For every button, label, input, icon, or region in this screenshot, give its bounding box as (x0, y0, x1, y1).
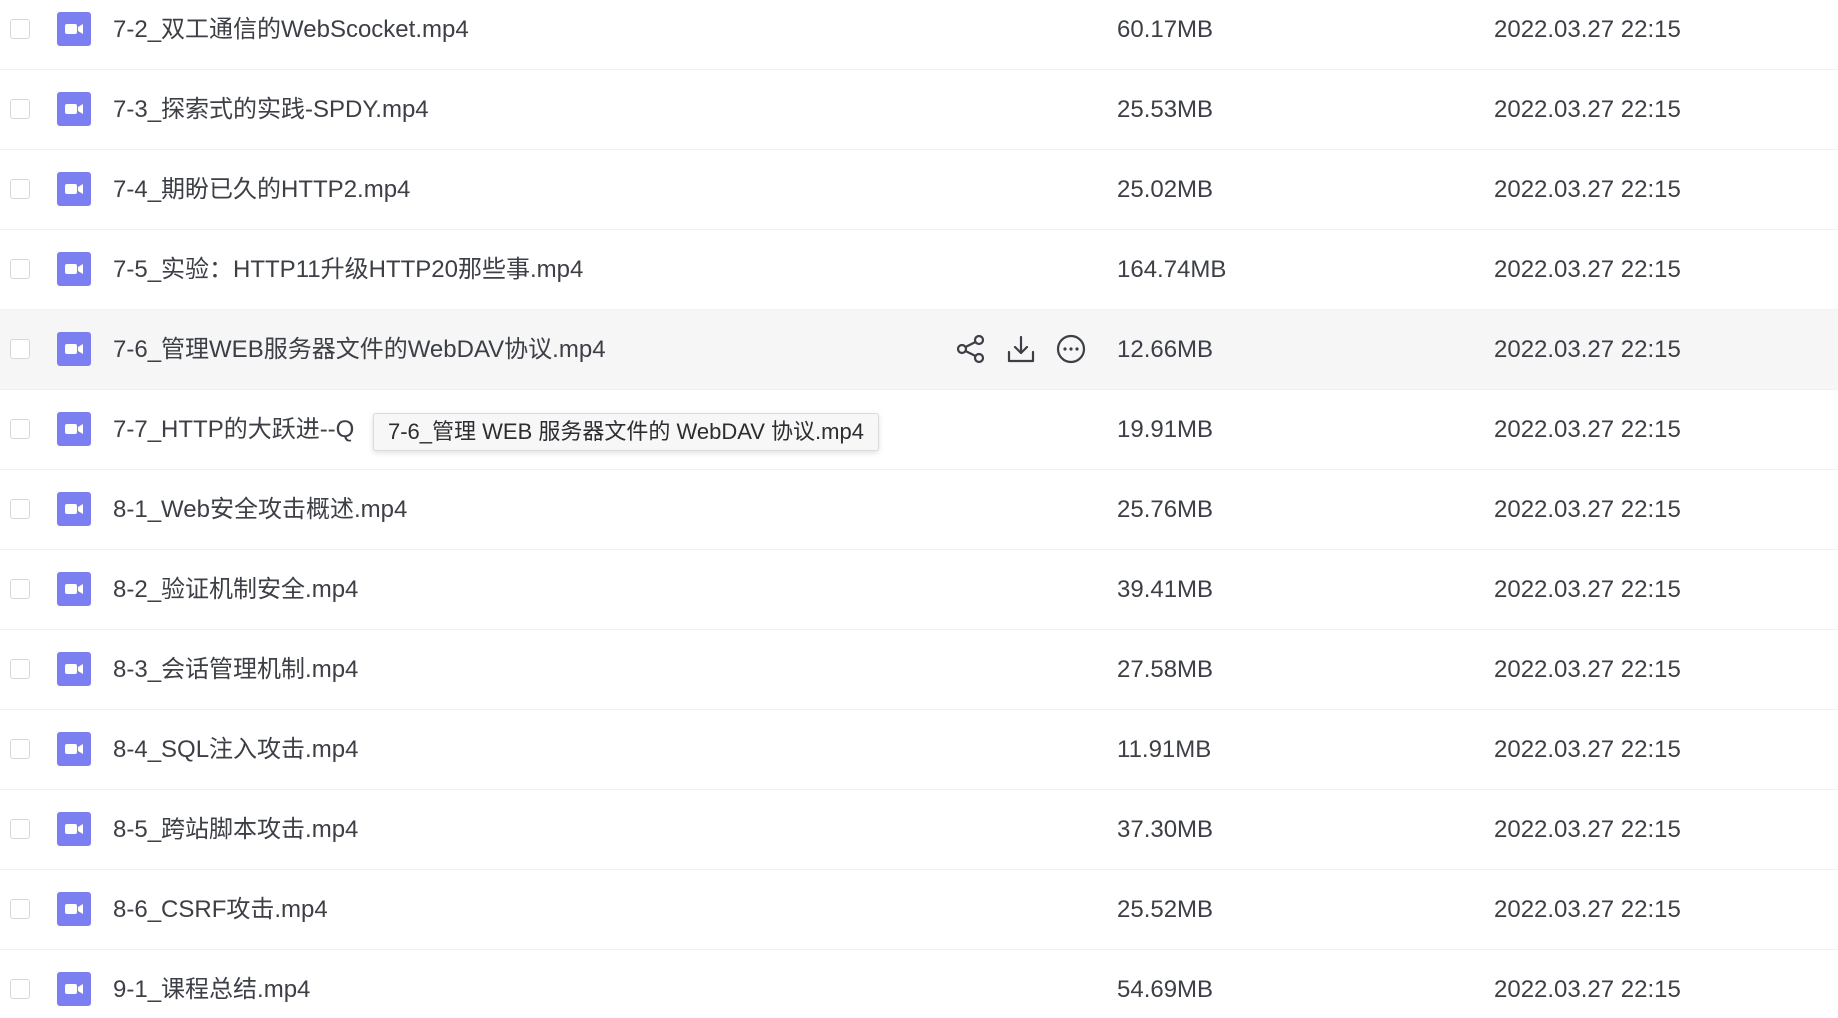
row-checkbox[interactable] (10, 19, 30, 39)
file-size: 60.17MB (1117, 16, 1214, 43)
file-size: 12.66MB (1117, 336, 1214, 363)
file-name[interactable]: 8-5_跨站脚本攻击.mp4 (113, 813, 358, 847)
row-checkbox[interactable] (10, 819, 30, 839)
file-name[interactable]: 7-2_双工通信的WebScocket.mp4 (113, 13, 469, 47)
file-date: 2022.03.27 22:15 (1494, 816, 1681, 843)
row-checkbox[interactable] (10, 259, 30, 279)
file-name[interactable]: 7-4_期盼已久的HTTP2.mp4 (113, 173, 410, 207)
file-row[interactable]: 8-2_验证机制安全.mp4 39.41MB 2022.03.27 22:15 (0, 550, 1838, 630)
file-name[interactable]: 8-1_Web安全攻击概述.mp4 (113, 493, 407, 527)
row-checkbox[interactable] (10, 579, 30, 599)
file-row[interactable]: 7-2_双工通信的WebScocket.mp4 60.17MB 2022.03.… (0, 0, 1838, 70)
download-icon (1007, 335, 1035, 363)
file-date: 2022.03.27 22:15 (1494, 416, 1681, 443)
file-name[interactable]: 7-3_探索式的实践-SPDY.mp4 (113, 93, 429, 127)
file-date: 2022.03.27 22:15 (1494, 336, 1681, 363)
file-name[interactable]: 8-3_会话管理机制.mp4 (113, 653, 358, 687)
row-checkbox[interactable] (10, 979, 30, 999)
row-checkbox[interactable] (10, 499, 30, 519)
file-size: 25.53MB (1117, 96, 1214, 123)
file-date: 2022.03.27 22:15 (1494, 576, 1681, 603)
file-name[interactable]: 7-5_实验：HTTP11升级HTTP20那些事.mp4 (113, 253, 583, 287)
file-list: 7-2_双工通信的WebScocket.mp4 60.17MB 2022.03.… (0, 0, 1838, 1018)
file-size: 27.58MB (1117, 656, 1214, 683)
file-row-hovered[interactable]: 7-6_管理WEB服务器文件的WebDAV协议.mp4 12.66MB 2022… (0, 310, 1838, 390)
row-checkbox[interactable] (10, 339, 30, 359)
video-file-icon (57, 172, 91, 206)
share-icon (956, 334, 985, 364)
file-row[interactable]: 8-1_Web安全攻击概述.mp4 25.76MB 2022.03.27 22:… (0, 470, 1838, 550)
file-size: 25.52MB (1117, 896, 1214, 923)
file-size: 164.74MB (1117, 256, 1227, 283)
download-button[interactable] (1002, 330, 1040, 368)
file-row[interactable]: 7-3_探索式的实践-SPDY.mp4 25.53MB 2022.03.27 2… (0, 70, 1838, 150)
file-size: 25.02MB (1117, 176, 1214, 203)
video-file-icon (57, 652, 91, 686)
file-size: 54.69MB (1117, 976, 1214, 1003)
file-date: 2022.03.27 22:15 (1494, 736, 1681, 763)
file-date: 2022.03.27 22:15 (1494, 496, 1681, 523)
video-file-icon (57, 892, 91, 926)
more-button[interactable] (1052, 330, 1090, 368)
row-checkbox[interactable] (10, 419, 30, 439)
file-date: 2022.03.27 22:15 (1494, 16, 1681, 43)
row-checkbox[interactable] (10, 659, 30, 679)
file-row[interactable]: 7-4_期盼已久的HTTP2.mp4 25.02MB 2022.03.27 22… (0, 150, 1838, 230)
file-size: 25.76MB (1117, 496, 1214, 523)
video-file-icon (57, 412, 91, 446)
file-date: 2022.03.27 22:15 (1494, 256, 1681, 283)
file-row[interactable]: 9-1_课程总结.mp4 54.69MB 2022.03.27 22:15 (0, 950, 1838, 1018)
file-row[interactable]: 8-5_跨站脚本攻击.mp4 37.30MB 2022.03.27 22:15 (0, 790, 1838, 870)
video-file-icon (57, 972, 91, 1006)
file-date: 2022.03.27 22:15 (1494, 896, 1681, 923)
filename-tooltip: 7-6_管理 WEB 服务器文件的 WebDAV 协议.mp4 (373, 413, 879, 451)
file-date: 2022.03.27 22:15 (1494, 976, 1681, 1003)
file-name[interactable]: 8-6_CSRF攻击.mp4 (113, 893, 328, 927)
file-size: 37.30MB (1117, 816, 1214, 843)
file-name[interactable]: 8-2_验证机制安全.mp4 (113, 573, 358, 607)
file-size: 11.91MB (1117, 736, 1212, 763)
file-date: 2022.03.27 22:15 (1494, 176, 1681, 203)
video-file-icon (57, 12, 91, 46)
video-file-icon (57, 252, 91, 286)
file-row[interactable]: 8-4_SQL注入攻击.mp4 11.91MB 2022.03.27 22:15 (0, 710, 1838, 790)
file-row[interactable]: 8-3_会话管理机制.mp4 27.58MB 2022.03.27 22:15 (0, 630, 1838, 710)
video-file-icon (57, 492, 91, 526)
file-name[interactable]: 7-6_管理WEB服务器文件的WebDAV协议.mp4 (113, 333, 606, 367)
file-name[interactable]: 9-1_课程总结.mp4 (113, 973, 310, 1007)
video-file-icon (57, 332, 91, 366)
file-row[interactable]: 8-6_CSRF攻击.mp4 25.52MB 2022.03.27 22:15 (0, 870, 1838, 950)
video-file-icon (57, 572, 91, 606)
row-checkbox[interactable] (10, 179, 30, 199)
file-row[interactable]: 7-5_实验：HTTP11升级HTTP20那些事.mp4 164.74MB 20… (0, 230, 1838, 310)
row-checkbox[interactable] (10, 99, 30, 119)
file-name[interactable]: 8-4_SQL注入攻击.mp4 (113, 733, 358, 767)
file-size: 39.41MB (1117, 576, 1214, 603)
file-size: 19.91MB (1117, 416, 1214, 443)
video-file-icon (57, 92, 91, 126)
row-actions (952, 330, 1090, 368)
file-date: 2022.03.27 22:15 (1494, 96, 1681, 123)
file-name[interactable]: 7-7_HTTP的大跃进--Q (113, 413, 354, 447)
file-date: 2022.03.27 22:15 (1494, 656, 1681, 683)
file-row[interactable]: 7-7_HTTP的大跃进--Q 19.91MB 2022.03.27 22:15 (0, 390, 1838, 470)
more-icon (1056, 334, 1086, 364)
video-file-icon (57, 732, 91, 766)
row-checkbox[interactable] (10, 899, 30, 919)
row-checkbox[interactable] (10, 739, 30, 759)
video-file-icon (57, 812, 91, 846)
share-button[interactable] (952, 330, 990, 368)
